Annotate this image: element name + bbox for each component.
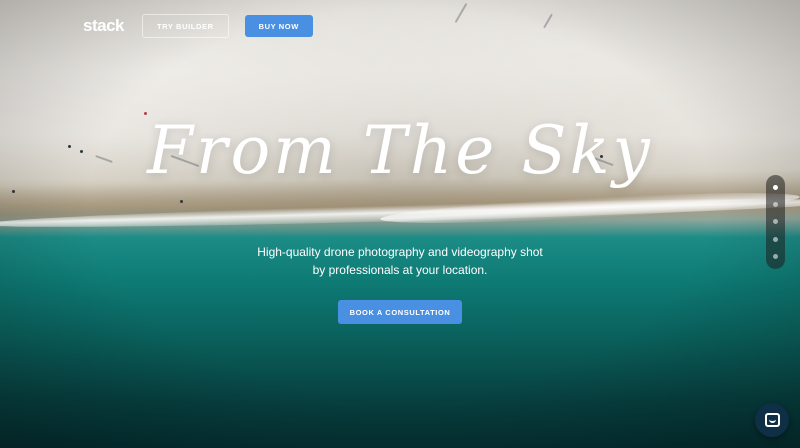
try-builder-button[interactable]: TRY BUILDER xyxy=(141,14,229,38)
section-dot-4[interactable] xyxy=(773,236,778,242)
chat-launcher-button[interactable] xyxy=(755,403,789,437)
logo[interactable]: stack xyxy=(83,16,124,36)
vignette-overlay xyxy=(0,0,800,448)
section-dot-3[interactable] xyxy=(773,219,778,225)
hero-headline: From The Sky xyxy=(147,112,653,189)
hero-section: stack TRY BUILDER BUY NOW From The Sky H… xyxy=(0,0,800,448)
buy-now-button[interactable]: BUY NOW xyxy=(244,15,313,37)
top-nav: stack TRY BUILDER BUY NOW xyxy=(83,14,313,38)
section-nav-dots xyxy=(766,175,785,269)
section-dot-1[interactable] xyxy=(773,185,778,191)
section-dot-2[interactable] xyxy=(773,202,778,208)
section-dot-5[interactable] xyxy=(773,253,778,259)
hero-subtitle: High-quality drone photography and video… xyxy=(257,245,543,277)
book-consultation-button[interactable]: BOOK A CONSULTATION xyxy=(338,300,462,324)
chat-icon xyxy=(764,413,780,427)
